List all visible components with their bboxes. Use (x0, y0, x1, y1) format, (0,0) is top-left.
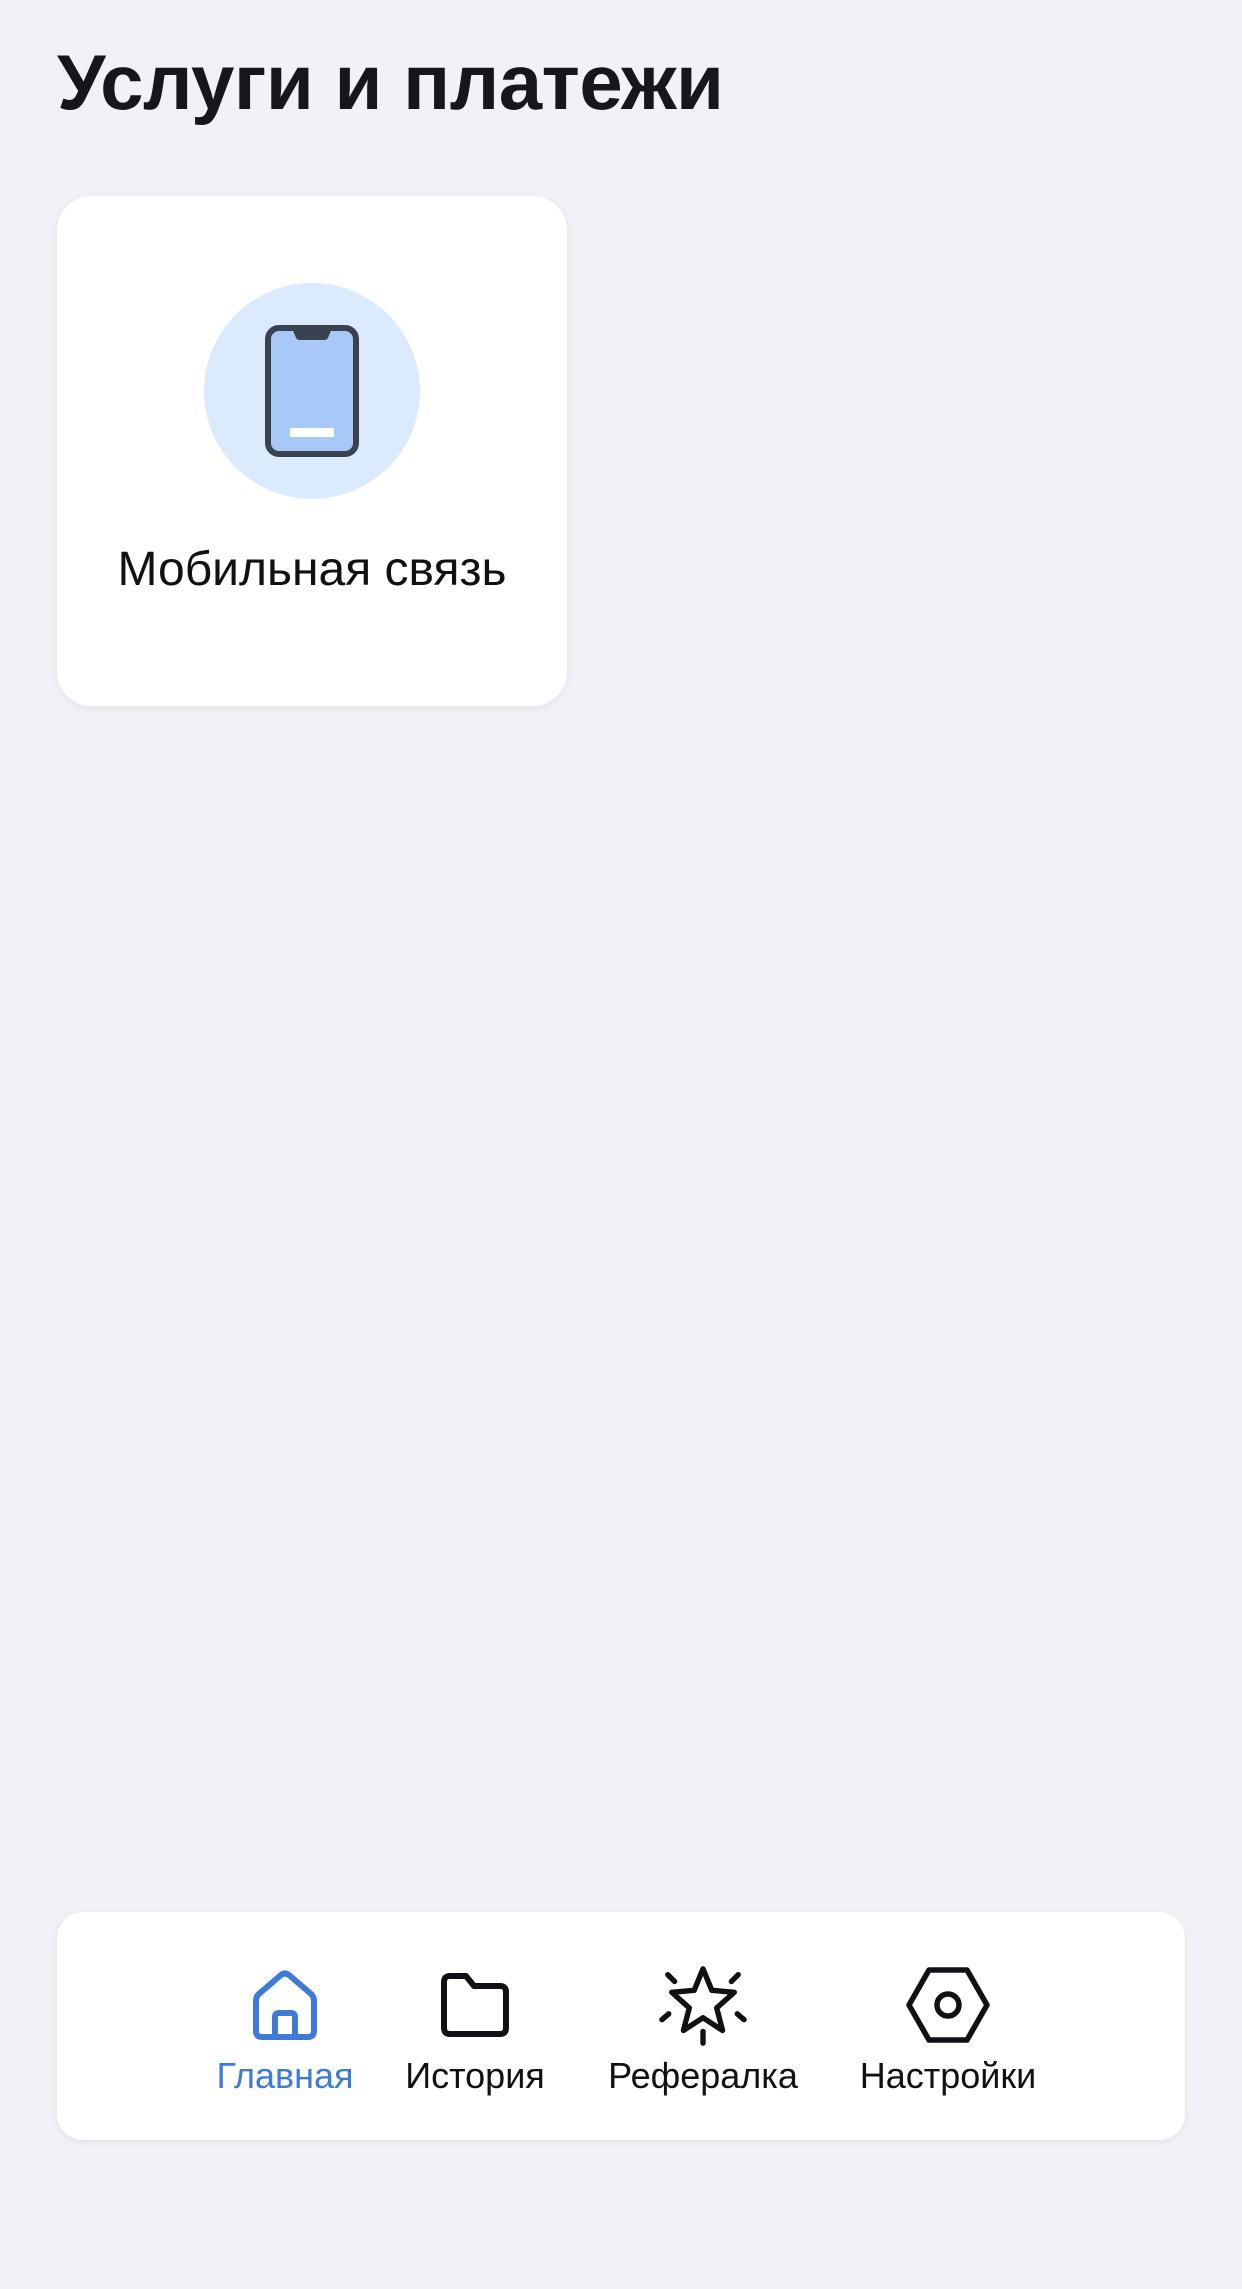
star-icon (658, 1960, 748, 2050)
tab-label-settings: Настройки (859, 2055, 1037, 2096)
home-icon (240, 1960, 330, 2050)
smartphone-icon (265, 325, 359, 457)
page-title: Услуги и платежи (57, 38, 724, 126)
settings-nut-icon (903, 1960, 993, 2050)
service-card-mobile[interactable]: Мобильная связь (57, 196, 567, 706)
tab-label-home: Главная (216, 2055, 354, 2096)
service-icon-background (204, 283, 420, 499)
tab-history[interactable]: История (393, 1912, 557, 2140)
bottom-tab-bar: Главная История Рефералка Настройки (57, 1912, 1185, 2140)
tab-label-referral: Рефералка (608, 2055, 798, 2096)
tab-settings[interactable]: Настройки (841, 1912, 1055, 2140)
tab-referral[interactable]: Рефералка (598, 1912, 808, 2140)
service-label: Мобильная связь (117, 543, 507, 596)
tab-home[interactable]: Главная (207, 1912, 363, 2140)
folder-icon (430, 1960, 520, 2050)
tab-label-history: История (405, 2055, 545, 2096)
